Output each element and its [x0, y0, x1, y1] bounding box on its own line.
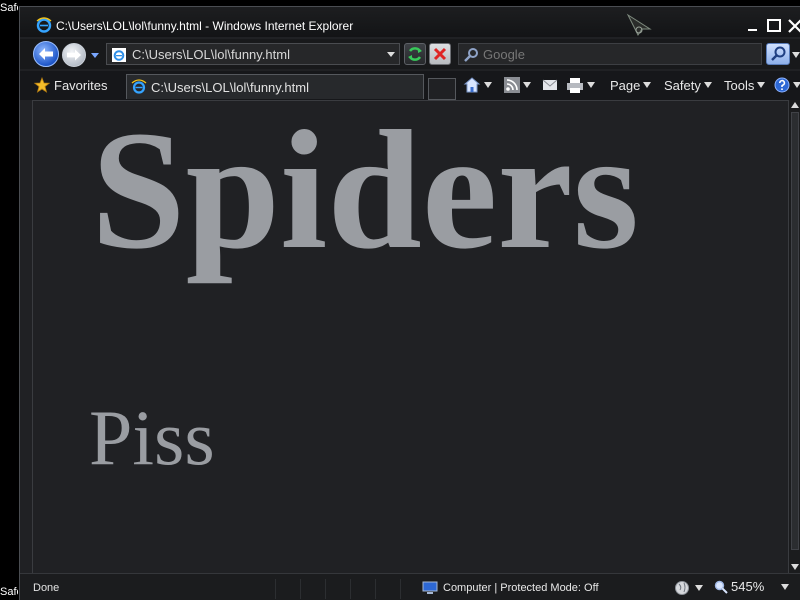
chevron-down-icon — [587, 82, 595, 88]
help-icon — [774, 77, 790, 93]
tools-menu[interactable]: Tools — [724, 75, 766, 95]
refresh-button[interactable] — [404, 43, 426, 65]
printer-icon — [567, 78, 583, 93]
status-pane — [275, 579, 297, 599]
magnifier-icon — [771, 46, 786, 61]
minimize-button[interactable] — [745, 19, 761, 33]
feeds-button[interactable] — [504, 75, 531, 95]
globe-icon — [675, 581, 689, 595]
stop-button[interactable] — [429, 43, 451, 65]
status-text: Done — [33, 582, 60, 594]
left-edge-top-text: Safe — [0, 2, 18, 14]
star-icon — [34, 77, 50, 93]
tools-menu-label: Tools — [724, 77, 755, 93]
tab-active[interactable]: C:\Users\LOL\lol\funny.html — [126, 74, 424, 99]
security-zone[interactable]: Computer | Protected Mode: Off — [422, 579, 599, 597]
scroll-up-icon[interactable] — [791, 102, 799, 108]
page-menu[interactable]: Page — [610, 75, 652, 95]
status-pane — [375, 579, 397, 599]
search-options-dropdown[interactable] — [792, 52, 800, 58]
help-button[interactable] — [774, 75, 800, 95]
page-menu-label: Page — [610, 77, 641, 93]
scroll-thumb[interactable] — [791, 112, 799, 550]
zone-text: Computer | Protected Mode: Off — [443, 582, 599, 594]
address-bar[interactable]: C:\Users\LOL\lol\funny.html — [106, 43, 400, 65]
forward-arrow-icon — [67, 49, 81, 61]
home-icon — [463, 77, 481, 93]
address-text[interactable]: C:\Users\LOL\lol\funny.html — [132, 47, 290, 62]
chevron-down-icon — [757, 82, 766, 88]
chevron-down-icon[interactable] — [781, 583, 790, 590]
tab-title: C:\Users\LOL\lol\funny.html — [151, 80, 309, 95]
zoom-level: 545% — [731, 579, 765, 594]
chevron-down-icon — [523, 82, 531, 88]
chevron-down-icon — [695, 585, 703, 591]
recent-pages-dropdown[interactable] — [90, 51, 100, 59]
vertical-scrollbar[interactable] — [789, 100, 800, 574]
back-arrow-icon — [39, 48, 53, 60]
status-bar: Done Computer | Protected Mode: Off 545% — [20, 573, 800, 600]
chevron-down-icon — [703, 82, 712, 88]
safety-menu[interactable]: Safety — [664, 75, 712, 95]
navigation-bar: C:\Users\LOL\lol\funny.html Google — [20, 39, 800, 69]
stop-icon — [433, 47, 447, 61]
safety-menu-label: Safety — [664, 77, 701, 93]
home-button[interactable] — [463, 75, 492, 95]
ie-logo-icon — [36, 17, 52, 33]
zoom-control[interactable]: 545% — [714, 579, 790, 594]
cursor-icon — [626, 13, 652, 36]
search-icon — [464, 48, 478, 62]
browser-window: C:\Users\LOL\lol\funny.html - Windows In… — [19, 6, 800, 600]
mail-button[interactable] — [542, 75, 558, 95]
command-bar: Favorites C:\Users\LOL\lol\funny.html Pa… — [20, 71, 800, 100]
favorites-button[interactable]: Favorites — [34, 75, 107, 95]
rss-icon — [504, 77, 520, 93]
ie-page-icon — [112, 48, 126, 62]
chevron-down-icon — [643, 82, 652, 88]
chevron-down-icon — [484, 82, 492, 88]
addon-status-button[interactable] — [674, 580, 703, 596]
print-button[interactable] — [566, 75, 595, 95]
window-title: C:\Users\LOL\lol\funny.html - Windows In… — [56, 19, 354, 33]
search-button[interactable] — [766, 43, 790, 65]
page-content: Spiders Piss — [32, 100, 789, 574]
search-box[interactable]: Google — [458, 43, 762, 65]
maximize-button[interactable] — [766, 19, 782, 33]
mail-icon — [542, 79, 558, 90]
refresh-icon — [408, 47, 422, 61]
title-bar[interactable]: C:\Users\LOL\lol\funny.html - Windows In… — [20, 7, 800, 37]
page-heading: Spiders — [91, 100, 639, 284]
ie-page-icon — [131, 79, 147, 94]
status-pane — [400, 579, 422, 599]
chevron-down-icon — [793, 82, 800, 88]
scroll-down-icon[interactable] — [791, 564, 799, 570]
address-dropdown-icon[interactable] — [384, 45, 398, 63]
status-pane — [300, 579, 322, 599]
back-button[interactable] — [33, 41, 59, 67]
status-pane — [325, 579, 347, 599]
search-placeholder[interactable]: Google — [483, 47, 525, 62]
new-tab-button[interactable] — [428, 78, 456, 100]
zoom-icon — [714, 580, 728, 594]
page-text: Piss — [89, 394, 215, 481]
status-pane — [350, 579, 372, 599]
left-edge-bottom-text: Safe — [0, 586, 18, 598]
close-button[interactable] — [787, 19, 800, 33]
forward-button[interactable] — [62, 43, 86, 67]
favorites-label: Favorites — [54, 77, 108, 93]
computer-icon — [422, 581, 438, 594]
